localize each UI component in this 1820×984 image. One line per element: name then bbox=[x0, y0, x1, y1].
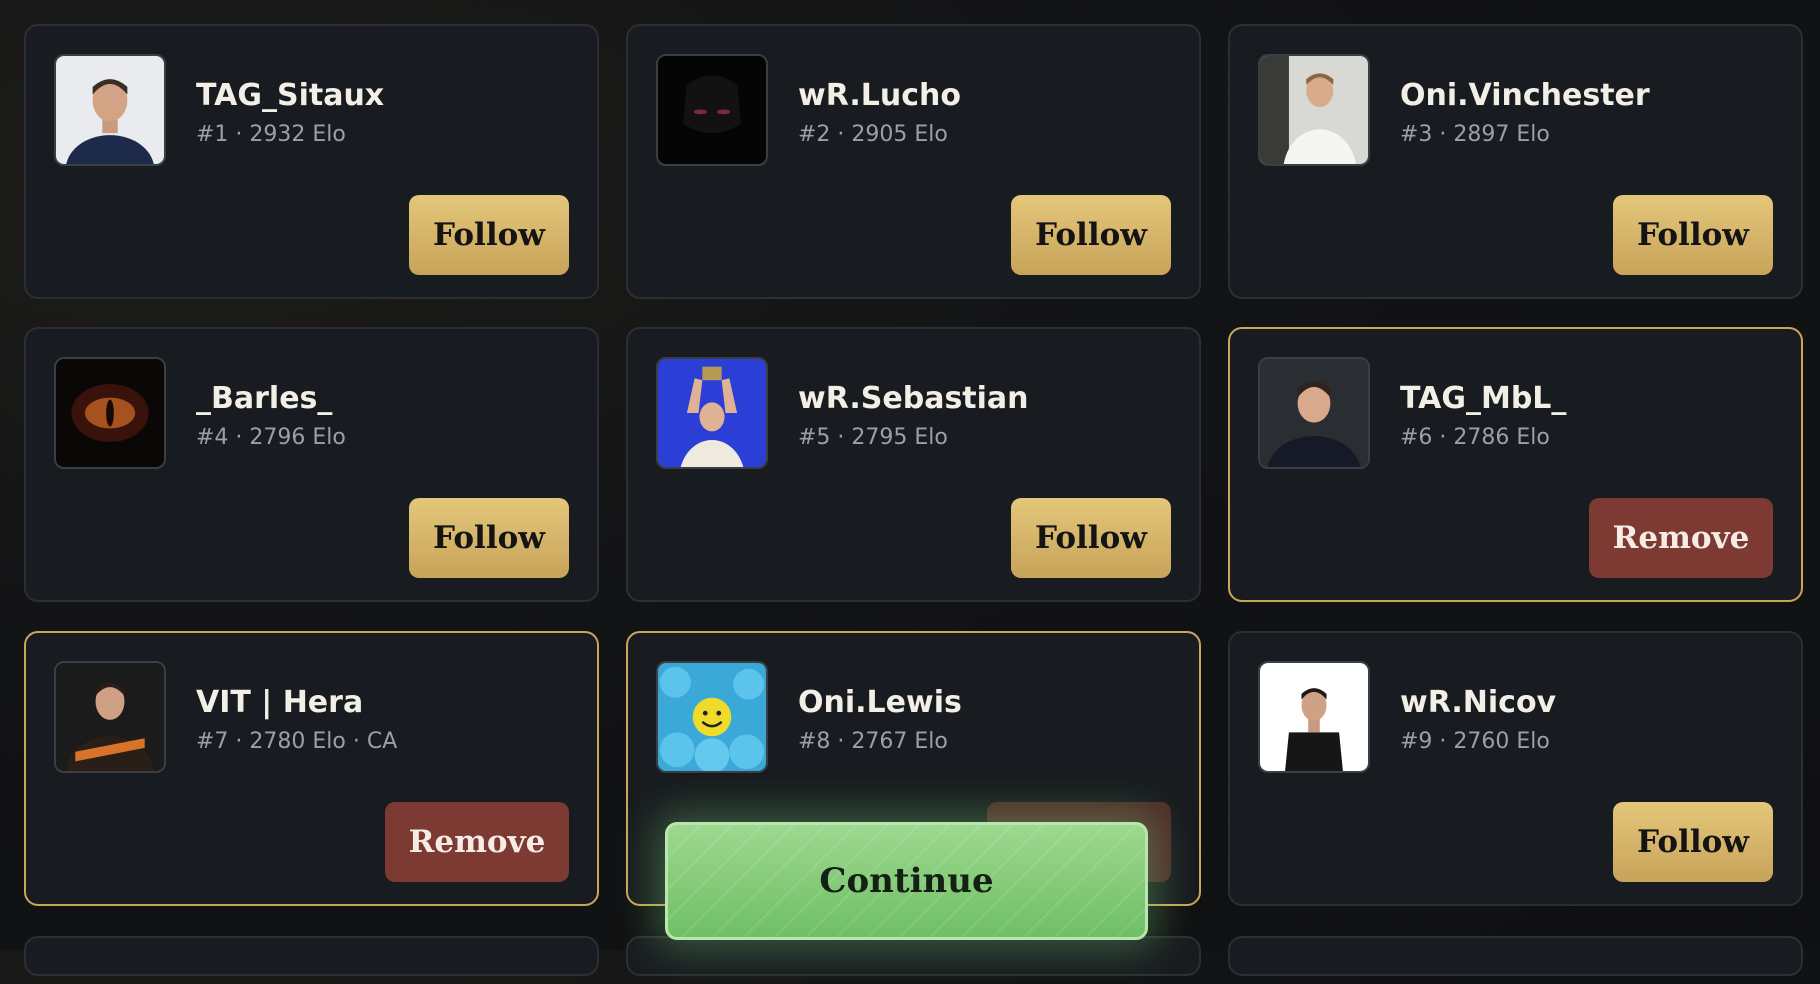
player-card[interactable]: wR.Nicov #9 · 2760 Elo Follow bbox=[1228, 631, 1803, 906]
player-name: wR.Lucho bbox=[798, 78, 961, 113]
player-avatar bbox=[656, 54, 768, 166]
follow-button[interactable]: Follow bbox=[409, 498, 569, 578]
player-name: VIT | Hera bbox=[196, 685, 364, 720]
continue-button[interactable]: Continue bbox=[665, 822, 1148, 940]
player-card[interactable]: TAG_MbL_ #6 · 2786 Elo Remove bbox=[1228, 327, 1803, 602]
player-rank-elo: #6 · 2786 Elo bbox=[1400, 425, 1550, 450]
player-name: TAG_Sitaux bbox=[196, 78, 385, 113]
player-card[interactable]: _Barles_ #4 · 2796 Elo Follow bbox=[24, 327, 599, 602]
player-card[interactable]: VIT | Hera #7 · 2780 Elo · CA Remove bbox=[24, 631, 599, 906]
player-name: _Barles_ bbox=[196, 381, 333, 416]
player-rank-elo: #8 · 2767 Elo bbox=[798, 729, 948, 754]
player-avatar bbox=[1258, 357, 1370, 469]
player-rank-elo: #9 · 2760 Elo bbox=[1400, 729, 1550, 754]
player-name: TAG_MbL_ bbox=[1400, 381, 1567, 416]
follow-button[interactable]: Follow bbox=[1011, 498, 1171, 578]
player-avatar bbox=[656, 661, 768, 773]
remove-button[interactable]: Remove bbox=[385, 802, 569, 882]
player-card[interactable]: TAG_Sitaux #1 · 2932 Elo Follow bbox=[24, 24, 599, 299]
player-card-partial bbox=[24, 936, 599, 976]
follow-button[interactable]: Follow bbox=[1613, 802, 1773, 882]
follow-button[interactable]: Follow bbox=[409, 195, 569, 275]
player-avatar bbox=[1258, 661, 1370, 773]
player-avatar bbox=[54, 661, 166, 773]
player-rank-elo: #7 · 2780 Elo · CA bbox=[196, 729, 398, 754]
player-avatar bbox=[54, 357, 166, 469]
player-avatar bbox=[1258, 54, 1370, 166]
follow-button[interactable]: Follow bbox=[1011, 195, 1171, 275]
player-card[interactable]: Oni.Vinchester #3 · 2897 Elo Follow bbox=[1228, 24, 1803, 299]
follow-button[interactable]: Follow bbox=[1613, 195, 1773, 275]
player-rank-elo: #2 · 2905 Elo bbox=[798, 122, 948, 147]
player-avatar bbox=[656, 357, 768, 469]
player-card-partial bbox=[626, 936, 1201, 976]
player-name: wR.Nicov bbox=[1400, 685, 1557, 720]
player-name: Oni.Vinchester bbox=[1400, 78, 1650, 113]
player-rank-elo: #5 · 2795 Elo bbox=[798, 425, 948, 450]
remove-button[interactable]: Remove bbox=[1589, 498, 1773, 578]
player-rank-elo: #1 · 2932 Elo bbox=[196, 122, 346, 147]
player-card[interactable]: wR.Lucho #2 · 2905 Elo Follow bbox=[626, 24, 1201, 299]
player-card-partial bbox=[1228, 936, 1803, 976]
player-rank-elo: #3 · 2897 Elo bbox=[1400, 122, 1550, 147]
player-name: Oni.Lewis bbox=[798, 685, 962, 720]
player-card[interactable]: wR.Sebastian #5 · 2795 Elo Follow bbox=[626, 327, 1201, 602]
player-name: wR.Sebastian bbox=[798, 381, 1029, 416]
player-rank-elo: #4 · 2796 Elo bbox=[196, 425, 346, 450]
player-avatar bbox=[54, 54, 166, 166]
